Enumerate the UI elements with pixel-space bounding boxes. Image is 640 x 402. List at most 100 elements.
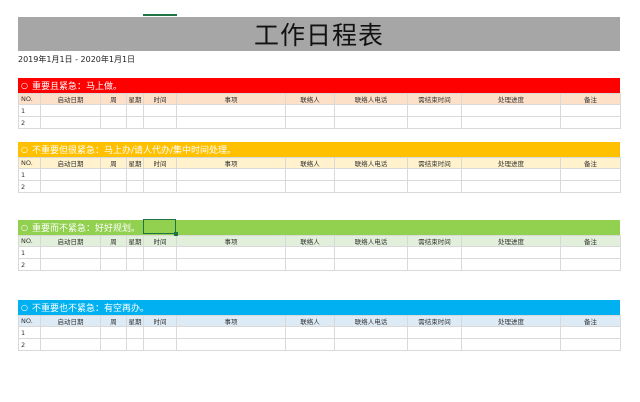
col-header-no[interactable]: NO. bbox=[18, 157, 41, 169]
cell[interactable] bbox=[407, 338, 462, 351]
col-header-start-date[interactable]: 启动日期 bbox=[40, 93, 101, 105]
row-number[interactable]: 1 bbox=[18, 104, 41, 117]
cell[interactable] bbox=[285, 104, 335, 117]
cell[interactable] bbox=[407, 104, 462, 117]
cell[interactable] bbox=[461, 116, 561, 129]
col-header-week[interactable]: 周 bbox=[100, 93, 127, 105]
cell[interactable] bbox=[176, 104, 286, 117]
cell[interactable] bbox=[176, 326, 286, 339]
row-number[interactable]: 1 bbox=[18, 168, 41, 181]
cell[interactable] bbox=[40, 116, 101, 129]
col-header-weekday[interactable]: 星期 bbox=[126, 157, 144, 169]
cell[interactable] bbox=[285, 116, 335, 129]
cell[interactable] bbox=[40, 326, 101, 339]
col-header-contact-phone[interactable]: 联络人电话 bbox=[334, 235, 408, 247]
cell[interactable] bbox=[461, 326, 561, 339]
selected-cell[interactable] bbox=[143, 219, 178, 236]
cell[interactable] bbox=[126, 326, 144, 339]
cell[interactable] bbox=[40, 180, 101, 193]
col-header-week[interactable]: 周 bbox=[100, 235, 127, 247]
col-header-contact[interactable]: 联络人 bbox=[285, 315, 335, 327]
cell[interactable] bbox=[100, 258, 127, 271]
cell[interactable] bbox=[334, 258, 408, 271]
cell[interactable] bbox=[40, 104, 101, 117]
cell[interactable] bbox=[560, 104, 621, 117]
row-number[interactable]: 2 bbox=[18, 180, 41, 193]
cell[interactable] bbox=[285, 258, 335, 271]
cell[interactable] bbox=[461, 246, 561, 259]
title-banner[interactable]: 工作日程表 bbox=[18, 17, 620, 51]
col-header-contact[interactable]: 联络人 bbox=[285, 157, 335, 169]
cell[interactable] bbox=[100, 338, 127, 351]
col-header-contact-phone[interactable]: 联络人电话 bbox=[334, 315, 408, 327]
col-header-end-time[interactable]: 需结束时间 bbox=[407, 235, 462, 247]
cell[interactable] bbox=[285, 168, 335, 181]
col-header-start-date[interactable]: 启动日期 bbox=[40, 235, 101, 247]
section-header[interactable]: ○ 不重要也不紧急：有空再办。 bbox=[18, 300, 620, 315]
cell[interactable] bbox=[143, 326, 177, 339]
cell[interactable] bbox=[126, 104, 144, 117]
col-header-end-time[interactable]: 需结束时间 bbox=[407, 93, 462, 105]
col-header-no[interactable]: NO. bbox=[18, 315, 41, 327]
cell[interactable] bbox=[407, 246, 462, 259]
col-header-week[interactable]: 周 bbox=[100, 157, 127, 169]
col-header-end-time[interactable]: 需结束时间 bbox=[407, 157, 462, 169]
cell[interactable] bbox=[143, 180, 177, 193]
cell[interactable] bbox=[143, 258, 177, 271]
col-header-no[interactable]: NO. bbox=[18, 235, 41, 247]
col-header-notes[interactable]: 备注 bbox=[560, 157, 621, 169]
cell[interactable] bbox=[126, 338, 144, 351]
col-header-time[interactable]: 时间 bbox=[143, 93, 177, 105]
cell[interactable] bbox=[334, 326, 408, 339]
row-number[interactable]: 2 bbox=[18, 116, 41, 129]
cell[interactable] bbox=[143, 246, 177, 259]
cell[interactable] bbox=[143, 104, 177, 117]
cell[interactable] bbox=[126, 246, 144, 259]
cell[interactable] bbox=[176, 258, 286, 271]
row-number[interactable]: 1 bbox=[18, 246, 41, 259]
cell[interactable] bbox=[407, 258, 462, 271]
cell[interactable] bbox=[285, 326, 335, 339]
col-header-contact-phone[interactable]: 联络人电话 bbox=[334, 157, 408, 169]
col-header-matter[interactable]: 事项 bbox=[176, 157, 286, 169]
col-header-time[interactable]: 时间 bbox=[143, 315, 177, 327]
col-header-time[interactable]: 时间 bbox=[143, 235, 177, 247]
cell[interactable] bbox=[126, 116, 144, 129]
col-header-matter[interactable]: 事项 bbox=[176, 235, 286, 247]
col-header-end-time[interactable]: 需结束时间 bbox=[407, 315, 462, 327]
cell[interactable] bbox=[461, 104, 561, 117]
cell[interactable] bbox=[40, 338, 101, 351]
cell[interactable] bbox=[100, 246, 127, 259]
col-header-contact[interactable]: 联络人 bbox=[285, 235, 335, 247]
cell[interactable] bbox=[560, 168, 621, 181]
cell[interactable] bbox=[461, 168, 561, 181]
cell[interactable] bbox=[334, 180, 408, 193]
row-number[interactable]: 1 bbox=[18, 326, 41, 339]
col-header-contact[interactable]: 联络人 bbox=[285, 93, 335, 105]
cell[interactable] bbox=[407, 326, 462, 339]
cell[interactable] bbox=[334, 168, 408, 181]
cell[interactable] bbox=[143, 168, 177, 181]
cell[interactable] bbox=[285, 246, 335, 259]
col-header-no[interactable]: NO. bbox=[18, 93, 41, 105]
col-header-matter[interactable]: 事项 bbox=[176, 93, 286, 105]
col-header-progress[interactable]: 处理进度 bbox=[461, 315, 561, 327]
cell[interactable] bbox=[143, 116, 177, 129]
cell[interactable] bbox=[407, 116, 462, 129]
cell[interactable] bbox=[176, 168, 286, 181]
date-range[interactable]: 2019年1月1日 - 2020年1月1日 bbox=[18, 54, 135, 65]
section-header[interactable]: ○ 重要而不紧急：好好规划。 bbox=[18, 220, 620, 235]
col-header-notes[interactable]: 备注 bbox=[560, 315, 621, 327]
cell[interactable] bbox=[560, 326, 621, 339]
col-header-start-date[interactable]: 启动日期 bbox=[40, 157, 101, 169]
cell[interactable] bbox=[126, 258, 144, 271]
col-header-matter[interactable]: 事项 bbox=[176, 315, 286, 327]
cell[interactable] bbox=[285, 180, 335, 193]
col-header-notes[interactable]: 备注 bbox=[560, 93, 621, 105]
cell[interactable] bbox=[560, 338, 621, 351]
cell[interactable] bbox=[560, 116, 621, 129]
col-header-progress[interactable]: 处理进度 bbox=[461, 235, 561, 247]
cell[interactable] bbox=[40, 258, 101, 271]
cell[interactable] bbox=[100, 168, 127, 181]
cell[interactable] bbox=[176, 180, 286, 193]
